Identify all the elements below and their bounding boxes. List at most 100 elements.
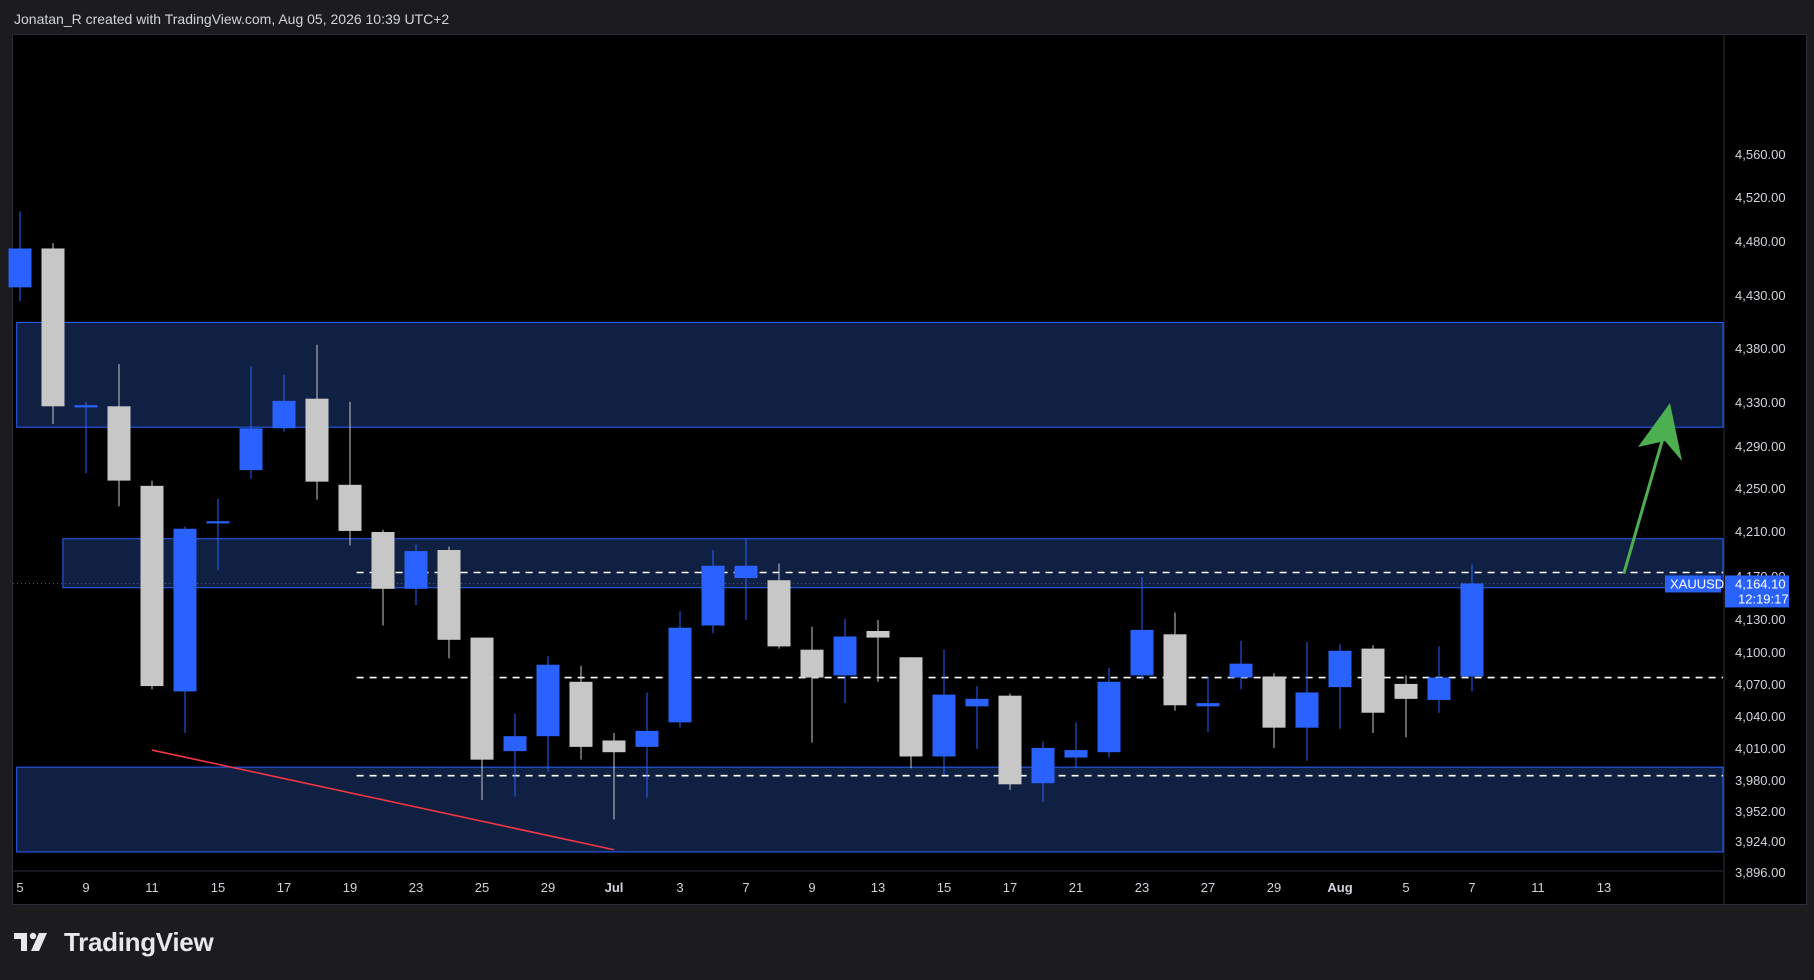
x-axis-tick-label: 27: [1201, 880, 1215, 895]
x-axis-tick-label: 15: [211, 880, 225, 895]
x-axis-tick-label: 29: [1267, 880, 1281, 895]
x-axis-tick-label: 3: [676, 880, 683, 895]
y-axis-tick-label: 4,250.00: [1735, 481, 1786, 496]
candle: [1097, 667, 1121, 758]
x-axis-tick-label: 13: [871, 880, 885, 895]
candle: [173, 526, 197, 733]
x-axis[interactable]: 5 9 11 15 17 19 23 25 29 Jul 3 7 9 13 15 17 21 23 27 29 Aug 5…: [16, 880, 1611, 895]
candle: [371, 529, 395, 626]
candle-body: [8, 248, 32, 288]
candle-body: [272, 400, 296, 429]
last-price-label: XAUUSD 4,164.10 12:19:17: [1665, 575, 1789, 608]
candle: [998, 693, 1022, 790]
candle-body: [404, 551, 428, 589]
candle: [1394, 675, 1418, 738]
x-axis-tick-label: 17: [277, 880, 291, 895]
x-axis-tick-label: 5: [16, 880, 23, 895]
support-zone: [16, 766, 1724, 853]
candle-body: [1295, 692, 1319, 728]
candle: [1229, 640, 1253, 690]
candle: [140, 480, 164, 690]
x-axis-tick-label: 21: [1069, 880, 1083, 895]
x-axis-tick-label: 7: [1468, 880, 1475, 895]
y-axis-tick-label: 4,100.00: [1735, 645, 1786, 660]
y-axis-tick-label: 3,924.00: [1735, 834, 1786, 849]
candle: [404, 544, 428, 605]
candle-body: [668, 627, 692, 723]
candle-body: [305, 398, 329, 482]
tradingview-logo[interactable]: TradingView: [14, 925, 214, 959]
x-axis-tick-label: 9: [808, 880, 815, 895]
y-axis-tick-label: 4,290.00: [1735, 439, 1786, 454]
x-axis-tick-label: 25: [475, 880, 489, 895]
candle-body: [503, 736, 527, 752]
candle-body: [965, 698, 989, 707]
candle: [899, 657, 923, 769]
candle-body: [1262, 676, 1286, 728]
candle: [1163, 612, 1187, 711]
candlestick-chart[interactable]: 3,896.00 3,924.00 3,952.00 3,980.00 4,010.00…: [0, 0, 1814, 905]
candle-body: [1328, 650, 1352, 688]
symbol-text: XAUUSD: [1670, 576, 1724, 591]
last-price-text: 4,164.10: [1735, 576, 1786, 591]
candle-body: [536, 664, 560, 737]
y-axis-tick-label: 3,980.00: [1735, 773, 1786, 788]
y-axis-tick-label: 4,040.00: [1735, 709, 1786, 724]
candle-body: [74, 405, 98, 408]
y-axis-tick-label: 4,330.00: [1735, 395, 1786, 410]
candle: [1328, 644, 1352, 729]
y-axis-tick-label: 4,560.00: [1735, 147, 1786, 162]
y-axis-tick-label: 4,480.00: [1735, 234, 1786, 249]
y-axis-tick-label: 4,010.00: [1735, 741, 1786, 756]
candle-body: [1460, 583, 1484, 677]
candle-body: [998, 695, 1022, 785]
x-axis-tick-label: 23: [1135, 880, 1149, 895]
candle-body: [899, 657, 923, 757]
candle-body: [371, 532, 395, 589]
candle: [437, 546, 461, 659]
candle: [1361, 645, 1385, 733]
x-axis-tick-label: 7: [742, 880, 749, 895]
candle-body: [239, 428, 263, 471]
candle: [800, 626, 824, 743]
candle: [866, 620, 890, 682]
candle: [1295, 642, 1319, 761]
candle-body: [1229, 663, 1253, 678]
y-axis[interactable]: 3,896.00 3,924.00 3,952.00 3,980.00 4,010.00…: [1735, 147, 1786, 880]
candle: [1196, 676, 1220, 732]
candle: [1262, 673, 1286, 748]
candle-body: [734, 565, 758, 579]
candle-body: [437, 550, 461, 640]
candle-body: [107, 406, 131, 481]
x-axis-tick-label: 19: [343, 880, 357, 895]
candle-body: [338, 484, 362, 531]
y-axis-tick-label: 4,520.00: [1735, 190, 1786, 205]
candle-body: [140, 485, 164, 687]
candle-body: [635, 730, 659, 747]
y-axis-tick-label: 4,070.00: [1735, 677, 1786, 692]
candle: [668, 611, 692, 728]
candle-body: [932, 694, 956, 757]
candle: [536, 656, 560, 772]
candle-body: [206, 521, 230, 524]
candle-body: [1130, 629, 1154, 676]
y-axis-tick-label: 4,210.00: [1735, 524, 1786, 539]
candle-body: [470, 637, 494, 760]
candle-body: [866, 631, 890, 638]
y-axis-tick-label: 3,896.00: [1735, 865, 1786, 880]
candle: [965, 686, 989, 749]
candle-body: [1394, 683, 1418, 699]
candle: [41, 243, 65, 424]
x-axis-tick-label: 11: [145, 880, 159, 895]
y-axis-tick-label: 4,430.00: [1735, 288, 1786, 303]
candle: [1427, 646, 1451, 713]
x-axis-tick-label: 23: [409, 880, 423, 895]
candle-body: [1097, 681, 1121, 753]
candle-body: [1163, 634, 1187, 706]
candle: [1130, 577, 1154, 680]
candle: [1460, 564, 1484, 692]
x-axis-tick-label: Jul: [605, 880, 624, 895]
middle-zone: [62, 538, 1724, 589]
candle-body: [833, 636, 857, 676]
x-axis-tick-label: 13: [1597, 880, 1611, 895]
